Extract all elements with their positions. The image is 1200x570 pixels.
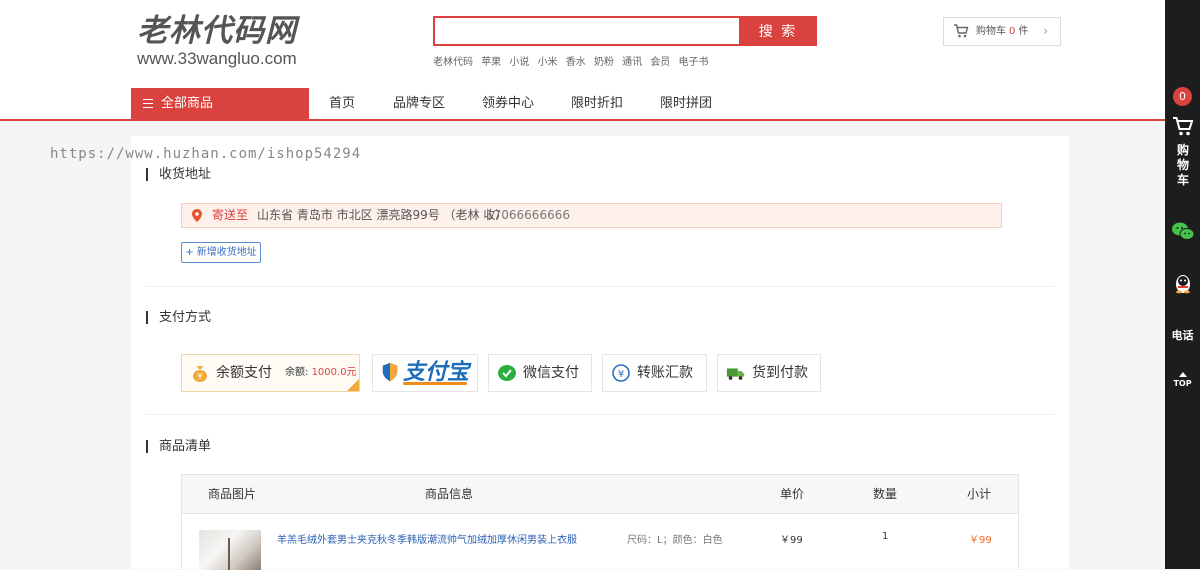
pay-option-name: 余额支付 — [216, 365, 272, 381]
balance-amount: 1000.0元 — [311, 367, 357, 378]
column-header: 小计 — [967, 487, 992, 501]
column-header: 数量 — [873, 487, 898, 501]
money-bag-icon: ¥ — [193, 366, 207, 382]
balance-label: 余额: — [285, 367, 309, 378]
address-text: 山东省 青岛市 市北区 漂亮路99号 （老林 收） — [257, 208, 508, 222]
column-header: 商品图片 — [208, 487, 257, 501]
cart-unit: 件 — [1018, 26, 1029, 37]
product-name-link[interactable]: 羊羔毛绒外套男士夹克秋冬季韩版潮流帅气加绒加厚休闲男装上衣服 — [277, 531, 577, 546]
nav-item-home[interactable]: 首页 — [329, 88, 355, 119]
search-box: 搜 索 — [433, 16, 817, 46]
svg-text:¥: ¥ — [197, 372, 202, 381]
column-header: 商品信息 — [425, 487, 474, 501]
selected-corner-mark — [347, 379, 359, 391]
shield-icon — [382, 362, 398, 382]
goods-section-title: 商品清单 — [146, 440, 211, 453]
hot-search-words: 老林代码 苹果 小说 小米 香水 奶粉 通讯 会员 电子书 — [433, 53, 714, 68]
product-subtotal: ￥99 — [969, 535, 992, 546]
product-thumbnail[interactable] — [199, 530, 261, 570]
hot-word-link[interactable]: 老林代码 — [433, 57, 473, 68]
nav-item-brands[interactable]: 品牌专区 — [393, 88, 445, 119]
table-row: 羊羔毛绒外套男士夹克秋冬季韩版潮流帅气加绒加厚休闲男装上衣服 尺码：L；颜色：白… — [182, 514, 1018, 570]
search-input[interactable] — [433, 16, 747, 46]
logo-url: www.33wangluo.com — [137, 49, 297, 68]
sidebar-phone[interactable]: 电话 — [1165, 327, 1200, 343]
right-toolbar: 0 购物车 电话 TOP — [1165, 0, 1200, 569]
product-spec: 尺码：L；颜色：白色 — [627, 535, 723, 546]
pay-option-cod[interactable]: 货到付款 — [717, 354, 821, 392]
goods-table-header: 商品图片 商品信息 单价 数量 小计 — [182, 475, 1018, 514]
chevron-right-icon: › — [1043, 24, 1048, 38]
nav-item-group-buy[interactable]: 限时拼团 — [660, 88, 712, 119]
address-phone: 17066666666 — [486, 208, 570, 222]
cart-label: 购物车 — [976, 26, 1006, 37]
header-cart-button[interactable]: 购物车 0 件 › — [943, 17, 1061, 46]
shopping-cart-icon — [954, 24, 969, 38]
watermark-text: https://www.huzhan.com/ishop54294 — [50, 146, 362, 162]
sidebar-cart-label[interactable]: 购物车 — [1176, 143, 1190, 188]
nav-item-discount[interactable]: 限时折扣 — [571, 88, 623, 119]
pay-option-wechat[interactable]: 微信支付 — [488, 354, 592, 392]
pay-option-alipay[interactable]: 支付宝 — [372, 354, 478, 392]
pay-option-transfer[interactable]: ¥ 转账汇款 — [602, 354, 707, 392]
search-button[interactable]: 搜 索 — [739, 16, 817, 46]
hot-word-link[interactable]: 香水 — [566, 57, 586, 68]
arrow-up-icon — [1178, 372, 1187, 377]
wechat-icon — [498, 365, 516, 381]
product-price: ￥99 — [780, 535, 803, 546]
site-logo[interactable]: 老林代码网 www.33wangluo.com — [137, 14, 327, 70]
ship-to-label: 寄送至 — [212, 208, 249, 222]
payment-section-title: 支付方式 — [146, 311, 211, 324]
hot-word-link[interactable]: 苹果 — [481, 57, 501, 68]
logo-title: 老林代码网 — [137, 13, 297, 49]
qq-icon[interactable] — [1171, 272, 1195, 296]
delivery-truck-icon — [726, 368, 745, 380]
back-to-top-button[interactable]: TOP — [1165, 372, 1200, 388]
hot-word-link[interactable]: 奶粉 — [594, 57, 614, 68]
pay-option-name: 货到付款 — [752, 365, 808, 381]
pay-option-name: 转账汇款 — [637, 365, 693, 381]
nav-item-coupons[interactable]: 领券中心 — [482, 88, 534, 119]
hot-word-link[interactable]: 小米 — [538, 57, 558, 68]
add-address-button[interactable]: + 新增收货地址 — [181, 242, 261, 263]
hot-word-link[interactable]: 小说 — [509, 57, 529, 68]
shopping-cart-icon[interactable] — [1171, 114, 1195, 138]
hot-word-link[interactable]: 电子书 — [679, 57, 709, 68]
checkout-panel: 收货地址 寄送至 山东省 青岛市 市北区 漂亮路99号 （老林 收） 17066… — [131, 136, 1069, 570]
location-pin-icon — [192, 209, 202, 222]
svg-text:¥: ¥ — [618, 369, 624, 380]
site-header: 老林代码网 www.33wangluo.com 搜 索 老林代码 苹果 小说 小… — [0, 0, 1165, 121]
pay-option-balance[interactable]: ¥ 余额支付 余额: 1000.0元 — [181, 354, 360, 392]
hot-word-link[interactable]: 通讯 — [622, 57, 642, 68]
column-header: 单价 — [780, 487, 805, 501]
sidebar-cart-badge: 0 — [1173, 87, 1192, 106]
main-nav: 全部商品 首页 品牌专区 领券中心 限时折扣 限时拼团 — [0, 88, 1165, 121]
menu-icon — [143, 99, 153, 108]
wechat-icon[interactable] — [1171, 219, 1195, 243]
alipay-underline — [403, 382, 467, 385]
back-to-top-label: TOP — [1173, 379, 1192, 388]
selected-address[interactable]: 寄送至 山东省 青岛市 市北区 漂亮路99号 （老林 收） 1706666666… — [181, 203, 1002, 228]
product-quantity: 1 — [882, 531, 889, 542]
address-section-title: 收货地址 — [146, 168, 211, 181]
section-divider — [146, 286, 1054, 287]
hot-word-link[interactable]: 会员 — [650, 57, 670, 68]
cart-count: 0 — [1009, 26, 1016, 37]
goods-table: 商品图片 商品信息 单价 数量 小计 羊羔毛绒外套男士夹克秋冬季韩版潮流帅气加绒… — [181, 474, 1019, 570]
transfer-icon: ¥ — [612, 364, 630, 382]
all-products-menu[interactable]: 全部商品 — [131, 88, 309, 119]
all-products-label: 全部商品 — [161, 96, 214, 111]
section-divider — [146, 414, 1054, 415]
pay-option-name: 微信支付 — [523, 365, 579, 381]
